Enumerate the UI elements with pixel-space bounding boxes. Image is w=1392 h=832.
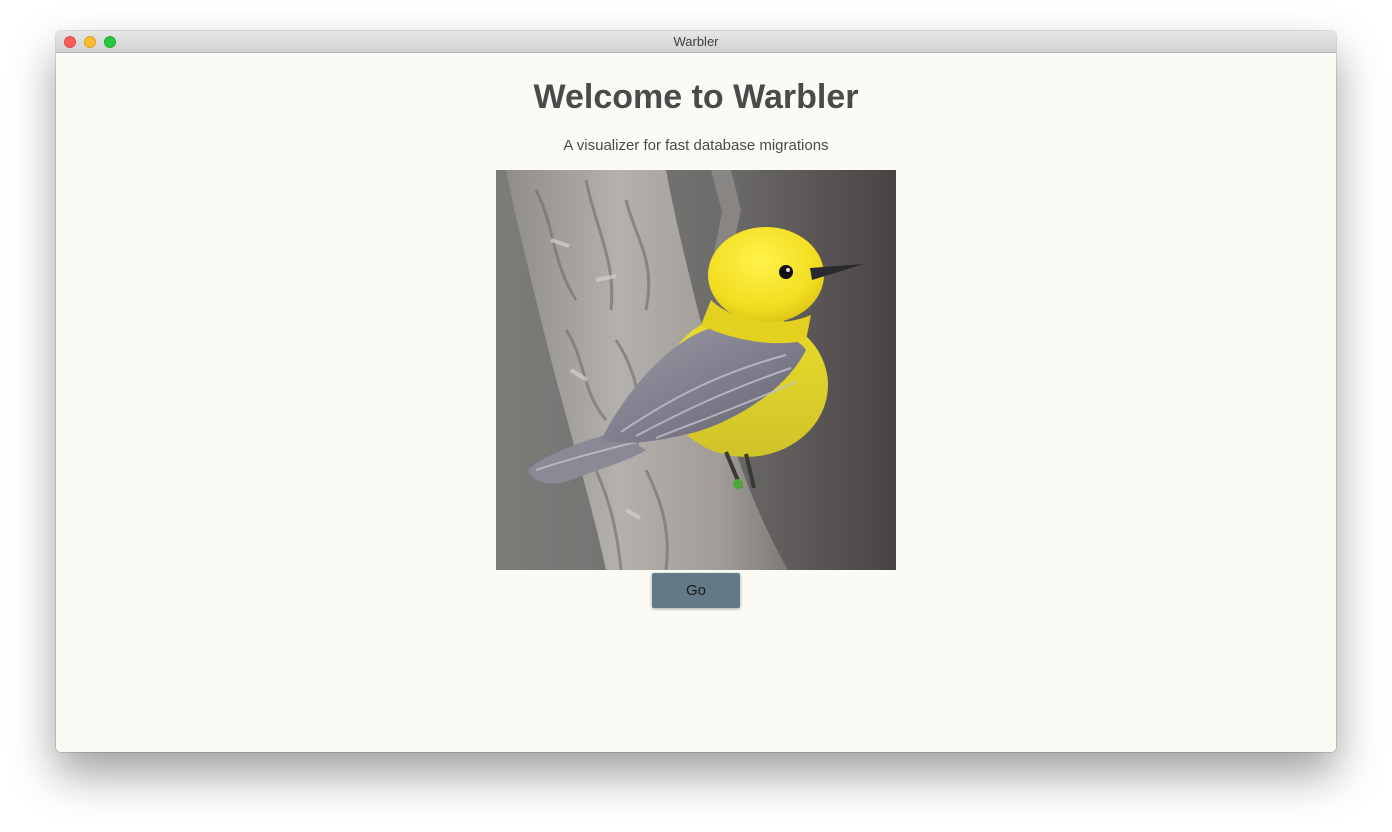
welcome-screen: Welcome to Warbler A visualizer for fast… [56, 53, 1336, 752]
page-subtitle: A visualizer for fast database migration… [563, 137, 829, 154]
warbler-image [496, 170, 896, 570]
window-title: Warbler [673, 34, 719, 49]
page-title: Welcome to Warbler [533, 78, 859, 116]
app-window: Warbler Welcome to Warbler A visualizer … [56, 31, 1336, 752]
go-button[interactable]: Go [652, 573, 740, 608]
title-bar[interactable]: Warbler [56, 31, 1336, 53]
